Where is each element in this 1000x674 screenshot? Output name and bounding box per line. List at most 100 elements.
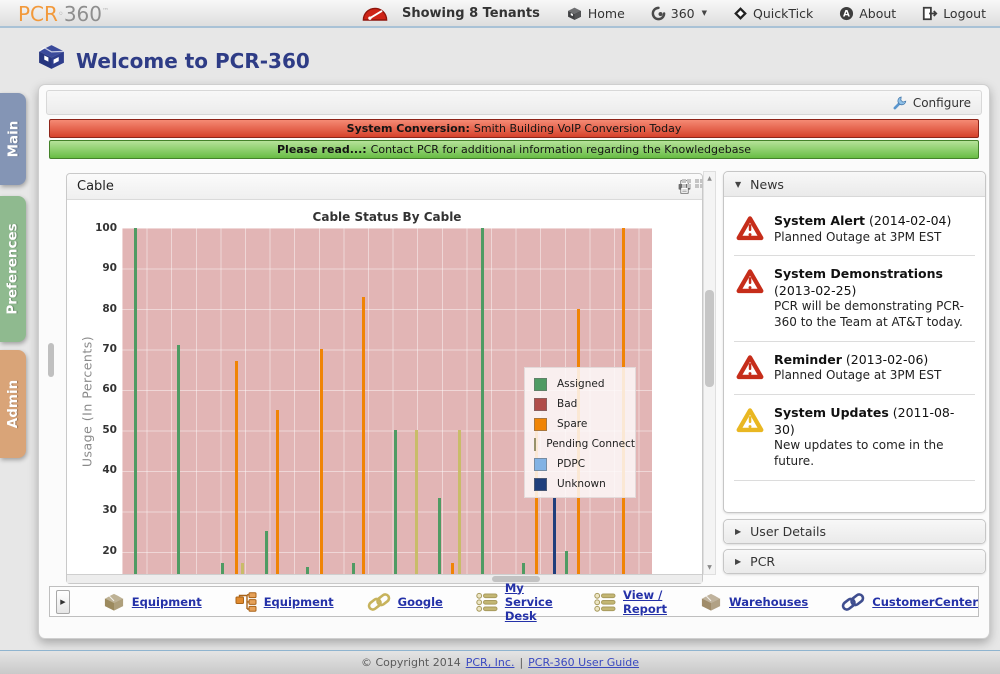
quick-link-label[interactable]: CustomerCenter (872, 595, 978, 609)
nav-quicktick-label: QuickTick (753, 6, 813, 21)
quick-link-view-report[interactable]: View / Report (594, 588, 667, 616)
chain-icon (841, 592, 865, 612)
page-title: Welcome to PCR-360 (76, 49, 310, 73)
banner-message: Contact PCR for additional information r… (371, 143, 751, 156)
grid-layout-icon[interactable] (682, 173, 691, 192)
news-item-text: System Alert (2014-02-04)Planned Outage … (774, 213, 951, 245)
chart-bar-unknown (553, 498, 556, 575)
news-item-title: System Updates (2011-08-30) (774, 405, 973, 438)
sidebar-tab-main[interactable]: Main (0, 93, 26, 185)
quick-link-label[interactable]: My Service Desk (505, 581, 561, 623)
chart-bar-assigned (394, 430, 397, 575)
chart-bar-assigned (177, 345, 180, 575)
pcr-inc-link[interactable]: PCR, Inc. (466, 656, 515, 669)
legend-label: PDPC (557, 458, 585, 470)
wrench-icon (892, 95, 908, 110)
chart-bar-assigned (134, 228, 137, 575)
y-axis-tick: 60 (85, 383, 117, 395)
banner-label: System Conversion: (347, 122, 470, 135)
legend-swatch (534, 398, 547, 411)
warning-triangle-icon (736, 213, 774, 245)
cable-widget: Cable Cable Status By Cable Usage (In Pe… (66, 173, 703, 584)
nav-home-label: Home (588, 6, 625, 21)
scrollbar-thumb[interactable] (705, 290, 714, 387)
pcr-panel-title: PCR (750, 554, 775, 569)
configure-button[interactable]: Configure (892, 95, 971, 110)
news-panel: ▼ News System Alert (2014-02-04)Planned … (723, 171, 986, 513)
nav-about[interactable]: A About (839, 6, 896, 21)
quick-links-bar: ▶ EquipmentEquipmentGoogleMy Service Des… (49, 586, 979, 617)
chain-icon (367, 592, 391, 612)
nav-quicktick[interactable]: QuickTick (733, 6, 813, 21)
main-card: Configure System Conversion: Smith Build… (38, 84, 990, 639)
copyright-text: © Copyright 2014 (361, 656, 461, 669)
tenant-count-label: Showing 8 Tenants (402, 6, 540, 21)
news-item-title: System Alert (2014-02-04) (774, 213, 951, 230)
news-item-text: System Updates (2011-08-30)New updates t… (774, 405, 973, 470)
sidebar-tab-preferences[interactable]: Preferences (0, 196, 26, 342)
logo-360: 360 (64, 2, 102, 26)
quick-link-label[interactable]: Equipment (264, 595, 334, 609)
links-expand-button[interactable]: ▶ (56, 590, 70, 614)
orbit-icon (651, 6, 666, 21)
dashboard-vertical-scrollbar[interactable]: ▲ ▼ (703, 171, 716, 575)
pcr-panel-header[interactable]: ▶ PCR (724, 550, 985, 573)
sidebar-tab-label: Admin (5, 380, 21, 428)
chart-bar-assigned (481, 228, 484, 575)
news-panel-title: News (750, 177, 784, 192)
y-axis-tick: 100 (85, 222, 117, 234)
footer: © Copyright 2014 PCR, Inc. | PCR-360 Use… (0, 650, 1000, 674)
nav-logout[interactable]: Logout (922, 6, 986, 21)
legend-label: Spare (557, 418, 587, 430)
chart-bar-spare (320, 349, 323, 575)
pcr-panel: ▶ PCR (723, 549, 986, 574)
diamond-icon (733, 6, 748, 21)
left-scrollbar-thumb[interactable] (48, 343, 54, 377)
nav-home[interactable]: Home (566, 6, 625, 21)
news-item-title: Reminder (2013-02-06) (774, 352, 941, 369)
quick-link-label[interactable]: Warehouses (729, 595, 808, 609)
news-item: System Alert (2014-02-04)Planned Outage … (734, 203, 975, 256)
user-guide-link[interactable]: PCR-360 User Guide (528, 656, 639, 669)
quick-link-customercenter[interactable]: CustomerCenter (841, 592, 978, 612)
news-item-body: Planned Outage at 3PM EST (774, 230, 951, 246)
news-panel-header[interactable]: ▼ News (724, 172, 985, 197)
banner-label: Please read...: (277, 143, 367, 156)
news-item-body: PCR will be demonstrating PCR-360 to the… (774, 299, 973, 331)
scroll-down-arrow[interactable]: ▼ (704, 564, 715, 571)
quick-link-equipment[interactable]: Equipment (103, 592, 202, 612)
configure-strip: Configure (46, 90, 982, 115)
legend-label: Bad (557, 398, 577, 410)
sidebar-tab-label: Preferences (5, 223, 21, 314)
cable-widget-header[interactable]: Cable (67, 174, 702, 200)
gauge-icon (362, 6, 388, 21)
legend-label: Assigned (557, 378, 605, 390)
chart-title: Cable Status By Cable (122, 210, 652, 224)
legend-swatch (534, 438, 536, 451)
box-icon (700, 592, 722, 612)
top-nav: Showing 8 Tenants Home 360 ▼ QuickTick A… (362, 6, 986, 21)
cable-widget-title: Cable (77, 179, 114, 194)
quick-link-label[interactable]: Equipment (132, 595, 202, 609)
quick-link-equipment[interactable]: Equipment (235, 592, 334, 612)
quick-link-my-service-desk[interactable]: My Service Desk (476, 581, 561, 623)
quick-link-warehouses[interactable]: Warehouses (700, 592, 808, 612)
quick-link-label[interactable]: View / Report (623, 588, 667, 616)
news-item: System Demonstrations (2013-02-25)PCR wi… (734, 256, 975, 342)
banner-message: Smith Building VoIP Conversion Today (474, 122, 681, 135)
scroll-up-arrow[interactable]: ▲ (704, 175, 715, 182)
svg-text:A: A (843, 9, 850, 19)
quick-link-label[interactable]: Google (398, 595, 443, 609)
quick-link-google[interactable]: Google (367, 592, 443, 612)
about-icon: A (839, 6, 854, 21)
alert-banner-red: System Conversion: Smith Building VoIP C… (49, 119, 979, 138)
footer-separator: | (519, 656, 523, 669)
home-icon (566, 6, 583, 21)
chart-bar-pending-connect (458, 430, 461, 575)
sidebar-tab-admin[interactable]: Admin (0, 350, 26, 458)
user-details-header[interactable]: ▶ User Details (724, 520, 985, 543)
nav-360[interactable]: 360 ▼ (651, 6, 707, 21)
nav-about-label: About (859, 6, 896, 21)
news-item-text: Reminder (2013-02-06)Planned Outage at 3… (774, 352, 941, 384)
chart-bar-spare (235, 361, 238, 575)
